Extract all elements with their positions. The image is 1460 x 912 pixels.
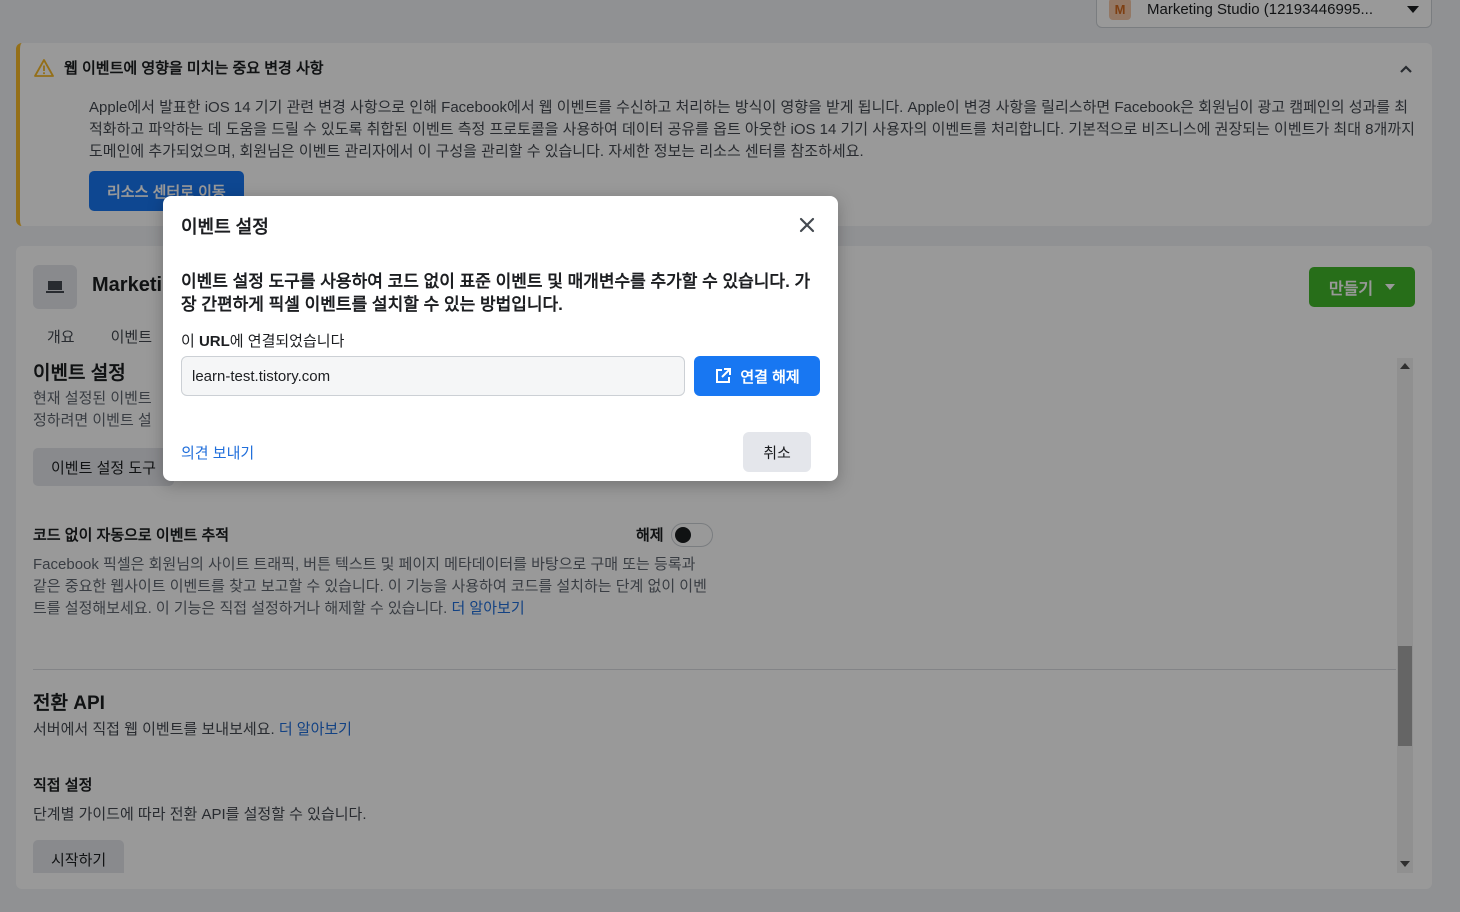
modal-headline: 이벤트 설정 도구를 사용하여 코드 없이 표준 이벤트 및 매개변수를 추가할… [181,272,811,314]
connected-url-field[interactable] [181,356,685,396]
external-link-icon [716,368,732,383]
url-label-bold: URL [198,333,230,350]
app-root: M Marketing Studio (12193446995... 웹 이벤트… [0,0,1460,912]
url-label-prefix: 이 [181,333,199,350]
disconnect-button[interactable]: 연결 해제 [694,356,820,396]
cancel-button[interactable]: 취소 [743,432,811,472]
url-label-suffix: 에 연결되었습니다 [229,333,345,350]
disconnect-button-label: 연결 해제 [740,368,800,386]
modal-title: 이벤트 설정 [181,217,269,237]
url-label: 이 URL에 연결되었습니다 [181,330,344,351]
feedback-link[interactable]: 의견 보내기 [181,442,254,463]
event-setup-modal: 이벤트 설정 이벤트 설정 도구를 사용하여 코드 없이 표준 이벤트 및 매개… [163,196,838,481]
close-icon[interactable] [798,216,816,234]
